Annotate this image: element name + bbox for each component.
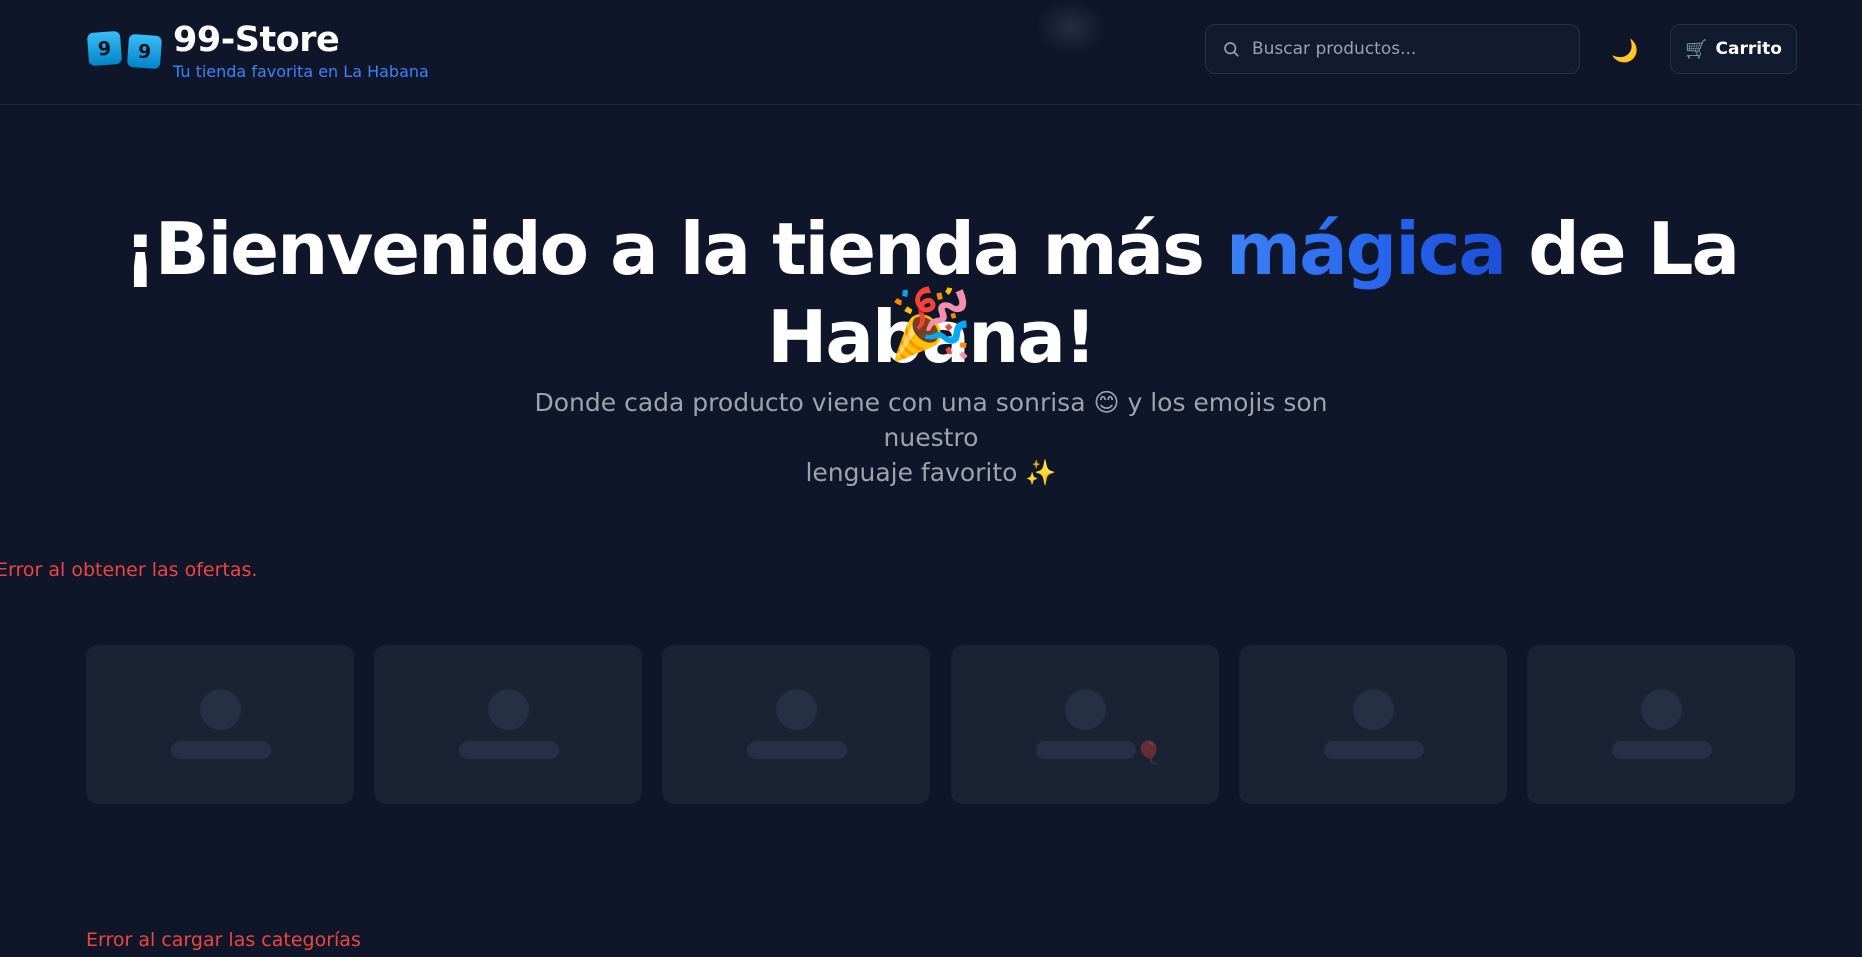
hero-title-highlight: mágica [1226,207,1507,291]
theme-toggle-button[interactable]: 🌙 [1608,34,1642,68]
brand-name: 99-Store [173,20,340,60]
logo-dice: 9 9 [86,30,163,70]
hero-subtitle-line1: Donde cada producto viene con una sonris… [534,388,1328,452]
search-input[interactable] [1252,39,1552,59]
hero-subtitle-line2: lenguaje favorito ✨ [805,458,1057,487]
skeleton-avatar [1065,689,1106,730]
skeleton-card [1239,645,1507,804]
die-icon: 9 [86,30,123,67]
skeleton-line [171,741,271,759]
skeleton-card [374,645,642,804]
skeleton-line [1036,741,1136,759]
die-icon: 9 [126,33,163,70]
brand-tagline: Tu tienda favorita en La Habana [173,62,429,81]
cart-button[interactable]: 🛒 Carrito [1670,24,1797,74]
skeleton-card: 🎈 [951,645,1219,804]
balloon-icon: 🎈 [1135,741,1163,766]
categories-error-message: Error al cargar las categorías [86,929,361,951]
logo-link[interactable]: 9 9 99-Store Tu tienda favorita en La Ha… [86,22,429,81]
cart-label: Carrito [1715,39,1782,59]
skeleton-line [459,741,559,759]
moon-icon: 🌙 [1611,38,1639,64]
skeleton-avatar [1353,689,1394,730]
skeleton-line [1324,741,1424,759]
search-icon [1224,42,1239,57]
cart-icon: 🛒 [1685,38,1708,60]
skeleton-card [662,645,930,804]
skeleton-card [86,645,354,804]
site-header: 9 9 99-Store Tu tienda favorita en La Ha… [0,0,1862,105]
page: 9 9 99-Store Tu tienda favorita en La Ha… [0,0,1862,957]
skeleton-line [747,741,847,759]
hero-title-start: ¡Bienvenido a la tienda más [123,207,1227,291]
hero-subtitle: Donde cada producto viene con una sonris… [531,385,1331,490]
skeleton-avatar [488,689,529,730]
decorative-blob [1036,0,1106,55]
logo-text: 99-Store Tu tienda favorita en La Habana [173,22,429,81]
skeleton-avatar [776,689,817,730]
skeleton-avatar [1641,689,1682,730]
skeleton-line [1612,741,1712,759]
skeleton-card [1527,645,1795,804]
skeleton-avatar [200,689,241,730]
party-popper-icon: 🎉 [888,285,974,364]
offers-error-message: Error al obtener las ofertas. [0,559,258,581]
search-box[interactable] [1205,24,1580,74]
